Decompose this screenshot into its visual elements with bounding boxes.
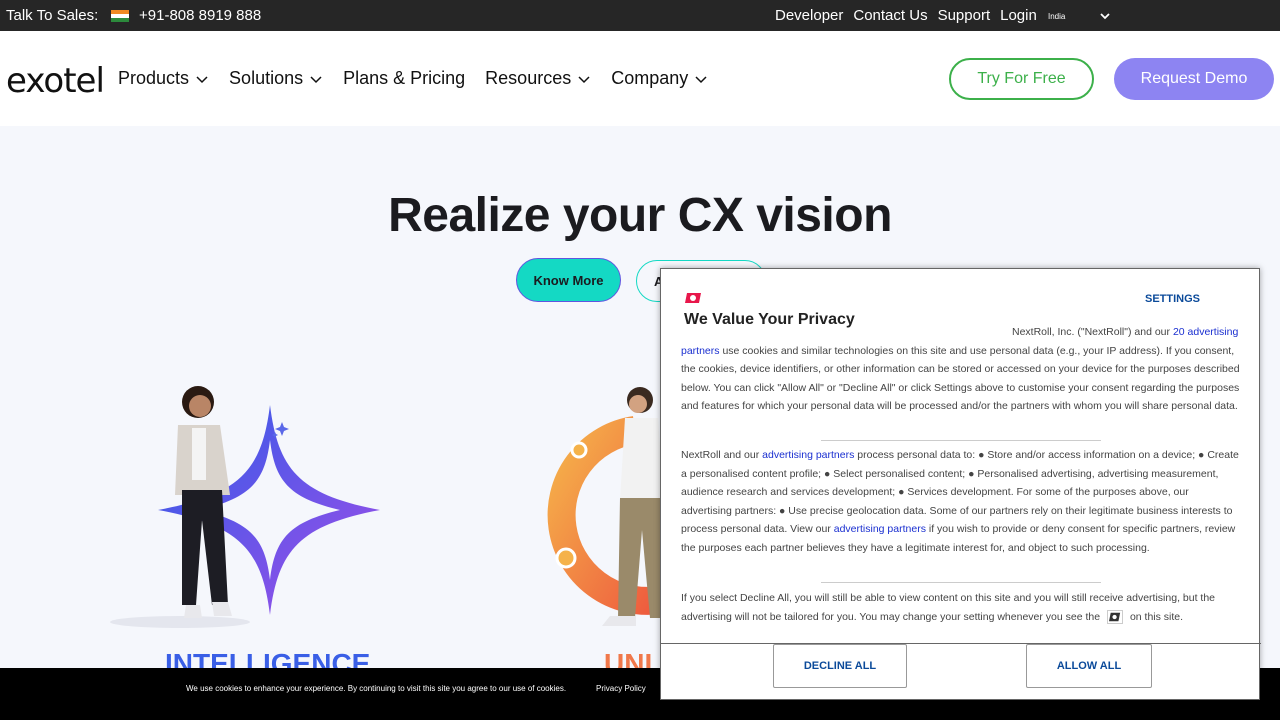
- nav-company[interactable]: Company: [611, 68, 708, 89]
- hero-title: Realize your CX vision: [388, 189, 892, 242]
- nav-plans-pricing-label: Plans & Pricing: [343, 68, 466, 88]
- person-trousers: [182, 490, 228, 605]
- contact-us-link[interactable]: Contact Us: [853, 7, 927, 24]
- intelligence-illustration: [110, 386, 380, 628]
- try-for-free-button[interactable]: Try For Free: [949, 58, 1094, 100]
- ring-node-icon: [570, 441, 588, 459]
- nextroll-logo-icon: [685, 293, 701, 303]
- privacy-paragraph-3: If you select Decline All, you will stil…: [681, 589, 1246, 626]
- settings-link[interactable]: SETTINGS: [1145, 293, 1200, 305]
- top-bar: Talk To Sales: +91-808 8919 888 Develope…: [0, 0, 1280, 31]
- chevron-down-icon: [578, 75, 590, 83]
- cookie-message: We use cookies to enhance your experienc…: [186, 684, 567, 693]
- main-nav: Products Solutions Plans & Pricing Resou…: [118, 68, 708, 89]
- privacy-consent-dialog: SETTINGS We Value Your Privacy NextRoll,…: [660, 268, 1261, 700]
- divider: [821, 582, 1101, 583]
- nextroll-settings-icon[interactable]: [1107, 609, 1124, 624]
- unified-illustration: [547, 387, 668, 626]
- nav-solutions[interactable]: Solutions: [229, 68, 323, 89]
- privacy-p3-end: on this site.: [1129, 610, 1184, 623]
- privacy-paragraph-2: NextRoll and our advertising partners pr…: [681, 446, 1241, 558]
- small-sparkle-icon: [275, 422, 289, 436]
- chevron-down-icon: [695, 75, 707, 83]
- request-demo-button[interactable]: Request Demo: [1114, 58, 1274, 100]
- advertising-partners-link[interactable]: advertising partners: [762, 449, 854, 461]
- region-select[interactable]: India: [1044, 7, 1114, 25]
- privacy-p1-start: NextRoll, Inc. ("NextRoll") and our: [1012, 326, 1171, 338]
- shadow: [110, 616, 250, 628]
- nav-products-label: Products: [118, 68, 190, 88]
- sales-phone-link[interactable]: +91-808 8919 888: [139, 7, 261, 24]
- privacy-paragraph-1: NextRoll, Inc. ("NextRoll") and our 20 a…: [681, 323, 1241, 416]
- nav-company-label: Company: [611, 68, 689, 88]
- nav-products[interactable]: Products: [118, 68, 209, 89]
- india-flag-icon: [111, 10, 129, 22]
- advertising-partners-link-2[interactable]: advertising partners: [834, 523, 926, 535]
- allow-all-button[interactable]: ALLOW ALL: [1026, 644, 1152, 688]
- nav-resources-label: Resources: [485, 68, 572, 88]
- chevron-down-icon: [196, 75, 208, 83]
- top-links: Developer Contact Us Support Login: [775, 7, 1037, 24]
- divider: [821, 440, 1101, 441]
- nav-solutions-label: Solutions: [229, 68, 304, 88]
- developer-link[interactable]: Developer: [775, 7, 843, 24]
- exotel-logo[interactable]: exotel: [6, 61, 105, 101]
- privacy-p1-rest: use cookies and similar technologies on …: [681, 344, 1240, 413]
- region-selected-value: India: [1048, 11, 1066, 21]
- chevron-down-icon: [310, 75, 322, 83]
- privacy-policy-link[interactable]: Privacy Policy: [596, 684, 646, 693]
- privacy-p2-start: NextRoll and our: [681, 449, 760, 461]
- nav-plans-pricing[interactable]: Plans & Pricing: [343, 68, 465, 89]
- ring-node-icon: [555, 547, 577, 569]
- site-header: exotel Products Solutions Plans & Pricin…: [0, 31, 1280, 126]
- login-link[interactable]: Login: [1000, 7, 1037, 24]
- talk-to-sales-label: Talk To Sales:: [6, 7, 99, 24]
- support-link[interactable]: Support: [938, 7, 991, 24]
- know-more-button[interactable]: Know More: [516, 258, 621, 302]
- nav-resources[interactable]: Resources: [485, 68, 591, 89]
- chevron-down-icon: [1100, 13, 1110, 20]
- decline-all-button[interactable]: DECLINE ALL: [773, 644, 907, 688]
- privacy-dialog-body: SETTINGS We Value Your Privacy NextRoll,…: [661, 269, 1261, 644]
